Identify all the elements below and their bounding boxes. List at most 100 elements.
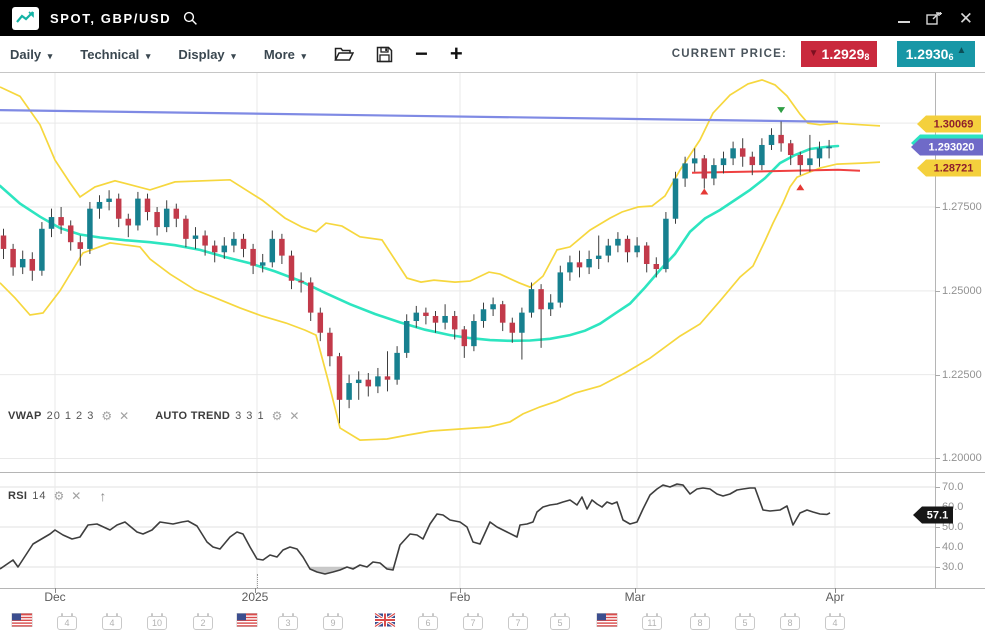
menu-display[interactable]: Display ▾ [178, 47, 235, 62]
rsi-move-up-icon[interactable]: ↑ [99, 488, 106, 504]
candle-up [20, 259, 26, 267]
month-label: Feb [450, 590, 471, 604]
candle-down [78, 242, 84, 249]
calendar-event-icon[interactable]: 4 [101, 613, 123, 631]
calendar-icon: 4 [101, 613, 123, 631]
candle-up [692, 158, 698, 163]
calendar-event-icon[interactable]: 10 [146, 613, 168, 631]
autotrend-remove-icon[interactable]: ✕ [289, 409, 299, 423]
candle-down [10, 249, 16, 267]
candle-up [769, 135, 775, 145]
calendar-event-icon[interactable]: 9 [322, 613, 344, 631]
indicator-row-main: VWAP 20 1 2 3 ⚙ ✕ AUTO TREND 3 3 1 ⚙ ✕ [8, 409, 299, 423]
menu-daily[interactable]: Daily ▾ [10, 47, 52, 62]
calendar-icon: 9 [322, 613, 344, 631]
candle-down [577, 262, 583, 267]
menu-more[interactable]: More ▾ [264, 47, 306, 62]
zoom-in-button[interactable]: + [450, 43, 463, 65]
candle-up [356, 380, 362, 383]
candle-down [116, 199, 122, 219]
candle-down [183, 219, 189, 239]
candle-down [385, 376, 391, 379]
rsi-axis-label: 70.0 [942, 481, 963, 493]
buy-signal-triangle-icon [700, 189, 708, 195]
chevron-down-icon: ▾ [146, 51, 151, 61]
candle-down [279, 239, 285, 256]
candle-down [366, 380, 372, 387]
candle-down [778, 135, 784, 143]
candle-down [654, 264, 660, 269]
vwap-remove-icon[interactable]: ✕ [119, 409, 129, 423]
calendar-event-icon[interactable]: 2 [192, 613, 214, 631]
month-label: Dec [44, 590, 65, 604]
candle-up [231, 239, 237, 246]
rsi-remove-icon[interactable]: ✕ [71, 489, 81, 503]
calendar-event-icon[interactable]: 4 [824, 613, 846, 631]
candle-up [634, 246, 640, 253]
calendar-event-icon[interactable]: 5 [549, 613, 571, 631]
calendar-event-icon[interactable]: 5 [734, 613, 756, 631]
rsi-settings-gear-icon[interactable]: ⚙ [54, 489, 65, 503]
search-icon[interactable] [183, 11, 198, 26]
vwap-label: VWAP [8, 410, 42, 422]
indicator-row-rsi: RSI 14 ⚙ ✕ ↑ [8, 488, 106, 504]
year-break-dots [257, 574, 258, 588]
candle-down [58, 217, 64, 225]
calendar-event-icon[interactable]: 3 [277, 613, 299, 631]
app-logo-icon [12, 7, 39, 30]
candle-down [241, 239, 247, 249]
calendar-icon: 8 [779, 613, 801, 631]
trading-app-window: SPOT, GBP/USD ✕ Daily ▾ Technical ▾ Disp… [0, 0, 985, 637]
month-label: 2025 [242, 590, 269, 604]
calendar-event-icon[interactable]: 7 [462, 613, 484, 631]
save-icon[interactable] [376, 46, 393, 63]
candle-up [730, 148, 736, 158]
minimize-button[interactable] [898, 13, 910, 23]
rsi-pane-svg[interactable] [0, 473, 985, 588]
candle-down [798, 155, 804, 165]
candle-up [39, 229, 45, 271]
candle-up [682, 163, 688, 178]
candle-down [154, 212, 160, 227]
chart-toolbar: Daily ▾ Technical ▾ Display ▾ More ▾ − +… [0, 36, 985, 73]
candle-down [250, 249, 256, 266]
bollinger-lower-band [0, 162, 880, 440]
candle-down [68, 225, 74, 242]
us-flag-icon[interactable] [237, 613, 258, 632]
calendar-event-icon[interactable]: 8 [689, 613, 711, 631]
uk-flag-icon[interactable] [375, 613, 396, 632]
upper-band-value-badge: 1.30069 [917, 116, 981, 133]
candle-up [106, 199, 112, 202]
candle-up [164, 209, 170, 227]
current-price-badge: 1.293020 [911, 139, 983, 156]
candle-up [558, 272, 564, 302]
candle-up [135, 199, 141, 226]
vwap-settings-gear-icon[interactable]: ⚙ [101, 409, 112, 423]
price-axis-tick [935, 207, 940, 208]
menu-technical[interactable]: Technical ▾ [80, 47, 150, 62]
title-bar: SPOT, GBP/USD ✕ [0, 0, 985, 36]
open-folder-icon[interactable] [334, 46, 354, 62]
autotrend-settings-gear-icon[interactable]: ⚙ [272, 409, 283, 423]
candle-up [490, 304, 496, 309]
month-label: Mar [625, 590, 646, 604]
calendar-event-icon[interactable]: 4 [56, 613, 78, 631]
autotrend-params: 3 3 1 [235, 410, 264, 422]
us-flag-icon[interactable] [12, 613, 33, 632]
popout-window-button[interactable] [926, 11, 943, 26]
calendar-icon: 7 [507, 613, 529, 631]
us-flag-icon[interactable] [597, 613, 618, 632]
candle-up [97, 202, 103, 209]
zoom-out-button[interactable]: − [415, 43, 428, 65]
close-button[interactable]: ✕ [959, 10, 973, 27]
candle-up [222, 246, 228, 253]
calendar-event-icon[interactable]: 7 [507, 613, 529, 631]
candle-up [721, 158, 727, 165]
calendar-event-icon[interactable]: 6 [417, 613, 439, 631]
calendar-event-icon[interactable]: 8 [779, 613, 801, 631]
bid-price-badge: ▼ 1.29298 [801, 41, 877, 67]
candle-up [193, 236, 199, 239]
candle-up [673, 178, 679, 218]
calendar-event-icon[interactable]: 11 [641, 613, 663, 631]
candle-down [30, 259, 36, 271]
